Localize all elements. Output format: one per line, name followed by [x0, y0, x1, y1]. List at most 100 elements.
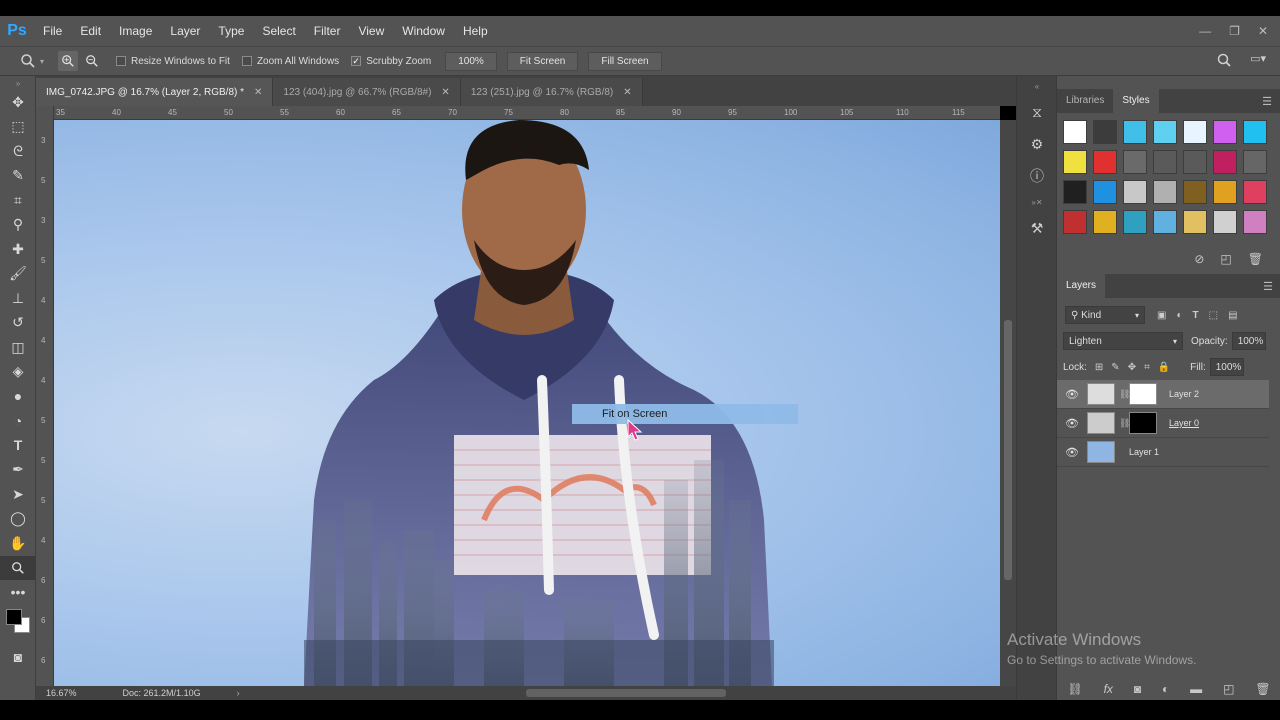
menu-view[interactable]: View [349, 24, 393, 38]
zoom-tool-preset-icon[interactable] [18, 51, 38, 71]
style-swatch[interactable] [1093, 150, 1117, 174]
filter-type-icon[interactable]: T [1193, 310, 1199, 321]
style-swatch[interactable] [1153, 210, 1177, 234]
collapse-icon[interactable]: »✕ [1017, 192, 1057, 212]
style-swatch[interactable] [1243, 150, 1267, 174]
blur-tool-icon[interactable]: ● [0, 384, 36, 409]
menu-filter[interactable]: Filter [305, 24, 350, 38]
chevron-down-icon[interactable]: ▾ [40, 57, 44, 66]
pen-tool-icon[interactable]: ✒ [0, 458, 36, 483]
color-swatches[interactable] [0, 605, 35, 645]
quick-mask-icon[interactable]: ◙ [0, 645, 36, 670]
style-swatch[interactable] [1183, 120, 1207, 144]
style-swatch[interactable] [1183, 180, 1207, 204]
vertical-scrollbar[interactable] [1000, 120, 1016, 686]
clear-style-icon[interactable]: ⊘ [1194, 252, 1204, 272]
menu-file[interactable]: File [34, 24, 71, 38]
visibility-eye-icon[interactable]: 👁 [1057, 417, 1087, 430]
foreground-color-swatch[interactable] [6, 608, 22, 625]
marquee-tool-icon[interactable]: ⬚ [0, 115, 36, 140]
properties-panel-icon[interactable]: ⚒ [1017, 212, 1057, 244]
new-group-icon[interactable]: ▬ [1190, 682, 1202, 696]
style-swatch[interactable] [1063, 120, 1087, 144]
style-swatch[interactable] [1153, 180, 1177, 204]
menu-help[interactable]: Help [454, 24, 497, 38]
quick-select-tool-icon[interactable]: ✎ [0, 164, 36, 189]
style-swatch[interactable] [1183, 150, 1207, 174]
adjustment-layer-icon[interactable]: ◐ [1162, 682, 1169, 696]
layer-row-layer-0[interactable]: 👁 ⛓ Layer 0 [1057, 409, 1269, 438]
zoom-percent-field[interactable]: 100% [445, 51, 497, 71]
collapse-icon[interactable]: « [1017, 76, 1057, 96]
close-icon[interactable]: ✕ [254, 87, 262, 98]
resize-windows-checkbox[interactable]: Resize Windows to Fit [116, 56, 230, 67]
style-swatch[interactable] [1243, 120, 1267, 144]
lock-all-icon[interactable]: 🔒 [1158, 362, 1170, 373]
tab-img-0742[interactable]: IMG_0742.JPG @ 16.7% (Layer 2, RGB/8) * … [36, 78, 274, 106]
fill-field[interactable]: 100% [1209, 358, 1244, 376]
tab-123-251[interactable]: 123 (251).jpg @ 16.7% (RGB/8) ✕ [460, 78, 643, 106]
menu-type[interactable]: Type [209, 24, 253, 38]
clone-stamp-tool-icon[interactable]: ⊥ [0, 286, 36, 311]
actions-panel-icon[interactable]: ⚙ [1017, 128, 1057, 160]
lock-position-icon[interactable]: ✥ [1128, 362, 1136, 373]
lock-artboard-icon[interactable]: ⌗ [1144, 362, 1150, 373]
crop-tool-icon[interactable]: ⌗ [0, 188, 36, 213]
style-swatch[interactable] [1213, 120, 1237, 144]
style-swatch[interactable] [1123, 180, 1147, 204]
collapse-icon[interactable]: » [0, 76, 36, 90]
add-mask-icon[interactable]: ◙ [1134, 682, 1141, 696]
minimize-icon[interactable]: — [1199, 24, 1211, 38]
style-swatch[interactable] [1243, 180, 1267, 204]
tab-layers[interactable]: Layers [1057, 274, 1106, 298]
more-tools-icon[interactable]: ••• [0, 580, 36, 605]
new-layer-icon[interactable]: ◰ [1223, 682, 1234, 696]
scrubby-zoom-checkbox[interactable]: ✓ Scrubby Zoom [351, 56, 431, 67]
style-swatch[interactable] [1123, 150, 1147, 174]
panel-menu-icon[interactable]: ☰ [1262, 95, 1272, 108]
healing-brush-tool-icon[interactable]: ✚ [0, 237, 36, 262]
style-swatch[interactable] [1123, 210, 1147, 234]
style-swatch[interactable] [1093, 120, 1117, 144]
menu-edit[interactable]: Edit [71, 24, 110, 38]
search-icon[interactable] [1216, 52, 1232, 71]
chevron-right-icon[interactable]: › [237, 688, 240, 698]
zoom-tool-icon[interactable] [0, 555, 36, 580]
panel-menu-icon[interactable]: ☰ [1263, 280, 1273, 293]
style-swatch[interactable] [1153, 120, 1177, 144]
style-swatch[interactable] [1123, 120, 1147, 144]
ellipse-tool-icon[interactable]: ◯ [0, 507, 36, 532]
delete-icon[interactable]: 🗑 [1255, 682, 1270, 696]
move-tool-icon[interactable]: ✥ [0, 90, 36, 115]
menu-window[interactable]: Window [393, 24, 454, 38]
visibility-eye-icon[interactable]: 👁 [1057, 446, 1087, 459]
style-swatch[interactable] [1213, 210, 1237, 234]
layer-mask-thumbnail[interactable] [1129, 412, 1157, 434]
scroll-thumb[interactable] [1004, 320, 1012, 580]
filter-smart-object-icon[interactable]: ▤ [1228, 310, 1237, 321]
tab-styles[interactable]: Styles [1113, 89, 1159, 113]
style-swatch[interactable] [1063, 180, 1087, 204]
layer-row-layer-1[interactable]: 👁 Layer 1 [1057, 438, 1269, 467]
style-swatch[interactable] [1153, 150, 1177, 174]
delete-icon[interactable]: 🗑 [1248, 252, 1263, 272]
close-icon[interactable]: ✕ [1258, 24, 1268, 38]
fill-screen-button[interactable]: Fill Screen [588, 51, 662, 71]
menu-layer[interactable]: Layer [161, 24, 209, 38]
zoom-out-icon[interactable] [82, 51, 102, 71]
document-canvas[interactable] [54, 120, 1000, 686]
filter-pixel-icon[interactable]: ▣ [1157, 310, 1166, 321]
fit-screen-button[interactable]: Fit Screen [506, 51, 579, 71]
zoom-level[interactable]: 16.67% [46, 688, 77, 698]
fx-icon[interactable]: fx [1104, 682, 1113, 696]
info-panel-icon[interactable]: ⓘ [1017, 160, 1057, 192]
menu-select[interactable]: Select [253, 24, 304, 38]
zoom-all-windows-checkbox[interactable]: Zoom All Windows [241, 56, 339, 67]
zoom-in-icon[interactable] [58, 51, 79, 71]
menu-image[interactable]: Image [110, 24, 161, 38]
style-swatch[interactable] [1063, 210, 1087, 234]
style-swatch[interactable] [1213, 180, 1237, 204]
visibility-eye-icon[interactable]: 👁 [1057, 388, 1087, 401]
fit-on-screen-menu-item[interactable]: Fit on Screen [572, 404, 798, 424]
history-brush-tool-icon[interactable]: ↺ [0, 311, 36, 336]
